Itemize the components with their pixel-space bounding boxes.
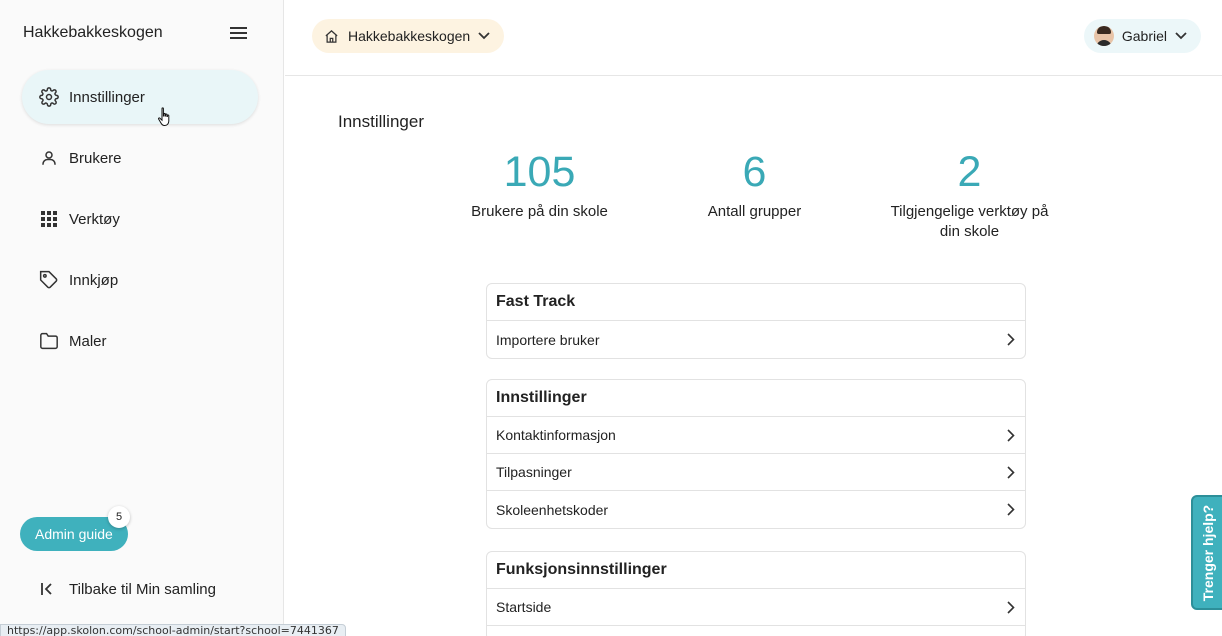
row-kontaktinformasjon[interactable]: Kontaktinformasjon [487,417,1025,454]
user-name: Gabriel [1121,28,1167,44]
row-importere-bruker[interactable]: Importere bruker [487,321,1025,358]
gear-icon [39,87,59,107]
sidebar-item-brukere[interactable]: Brukere [22,131,258,185]
stat-tools: 2 Tilgjengelige verktøy på din skole [862,148,1077,242]
stat-label: Tilgjengelige verktøy på din skole [890,203,1049,240]
sidebar-item-innstillinger[interactable]: Innstillinger [22,70,258,124]
tag-icon [39,270,59,290]
sidebar-item-label: Maler [69,332,107,350]
sidebar-nav: Innstillinger Brukere Verktøy Innkjøp Ma… [22,70,258,375]
user-menu[interactable]: Gabriel [1083,19,1201,53]
row-label: Startside [496,599,552,615]
status-bar-url: https://app.skolon.com/school-admin/star… [0,624,346,636]
row-skoleenhetskoder[interactable]: Skoleenhetskoder [487,491,1025,528]
chevron-right-icon [1005,333,1017,346]
sidebar-item-label: Innstillinger [69,88,145,106]
chevron-right-icon [1005,600,1017,614]
school-selector[interactable]: Hakkebakkeskogen [312,19,505,53]
admin-guide-badge: 5 [108,506,130,528]
chevron-down-icon [1175,32,1187,40]
topbar: Hakkebakkeskogen Gabriel [285,0,1222,76]
card-title: Fast Track [487,284,1025,321]
sidebar-item-label: Brukere [69,149,122,167]
card-fast-track: Fast Track Importere bruker [486,283,1026,359]
card-funksjonsinnstillinger: Funksjonsinnstillinger Startside [486,551,1026,636]
stat-value: 2 [957,148,982,196]
chevron-right-icon [1005,428,1017,442]
hamburger-icon [230,27,247,39]
row-label: Skoleenhetskoder [496,501,609,518]
row-startside[interactable]: Startside [487,589,1025,626]
chevron-right-icon [1005,465,1017,479]
page-title: Innstillinger [338,112,424,131]
card-title: Funksjonsinnstillinger [487,552,1025,589]
stat-label: Antall grupper [707,203,802,220]
home-icon [324,28,340,44]
collapse-left-icon [40,580,58,598]
sidebar-item-maler[interactable]: Maler [22,314,258,368]
sidebar-item-label: Innkjøp [69,271,119,289]
stat-value: 6 [742,148,767,196]
row-label: Tilpasninger [496,464,572,480]
row-tilpasninger[interactable]: Tilpasninger [487,454,1025,491]
sidebar-item-verktoy[interactable]: Verktøy [22,192,258,246]
help-tab-label: Trenger hjelp? [1200,504,1216,601]
help-tab[interactable]: Trenger hjelp? [1191,495,1222,610]
stats-row: 105 Brukere på din skole 6 Antall gruppe… [432,148,1079,242]
admin-guide-label: Admin guide [35,526,113,542]
row-label: Importere bruker [496,331,600,348]
hamburger-menu-button[interactable] [226,20,252,46]
stat-label: Brukere på din skole [471,203,608,220]
card-innstillinger: Innstillinger Kontaktinformasjon Tilpasn… [486,379,1026,529]
back-to-collection-link[interactable]: Tilbake til Min samling [40,580,216,598]
person-icon [39,148,59,168]
sidebar-item-innkjop[interactable]: Innkjøp [22,253,258,307]
chevron-right-icon [1005,503,1017,516]
chevron-down-icon [478,32,490,40]
sidebar-item-label: Verktøy [69,210,120,228]
row-label: Kontaktinformasjon [496,427,616,443]
stat-users: 105 Brukere på din skole [432,148,647,242]
card-title: Innstillinger [487,380,1025,417]
stat-value: 105 [503,148,576,196]
back-to-collection-label: Tilbake til Min samling [69,580,216,598]
sidebar: Hakkebakkeskogen Innstillinger Brukere V… [0,0,284,636]
school-selector-label: Hakkebakkeskogen [348,28,471,44]
avatar [1093,26,1114,46]
hand-cursor-icon [158,107,170,126]
grid-icon [39,209,59,229]
stat-groups: 6 Antall grupper [647,148,862,242]
sidebar-brand: Hakkebakkeskogen [23,24,163,41]
folder-icon [39,331,59,351]
